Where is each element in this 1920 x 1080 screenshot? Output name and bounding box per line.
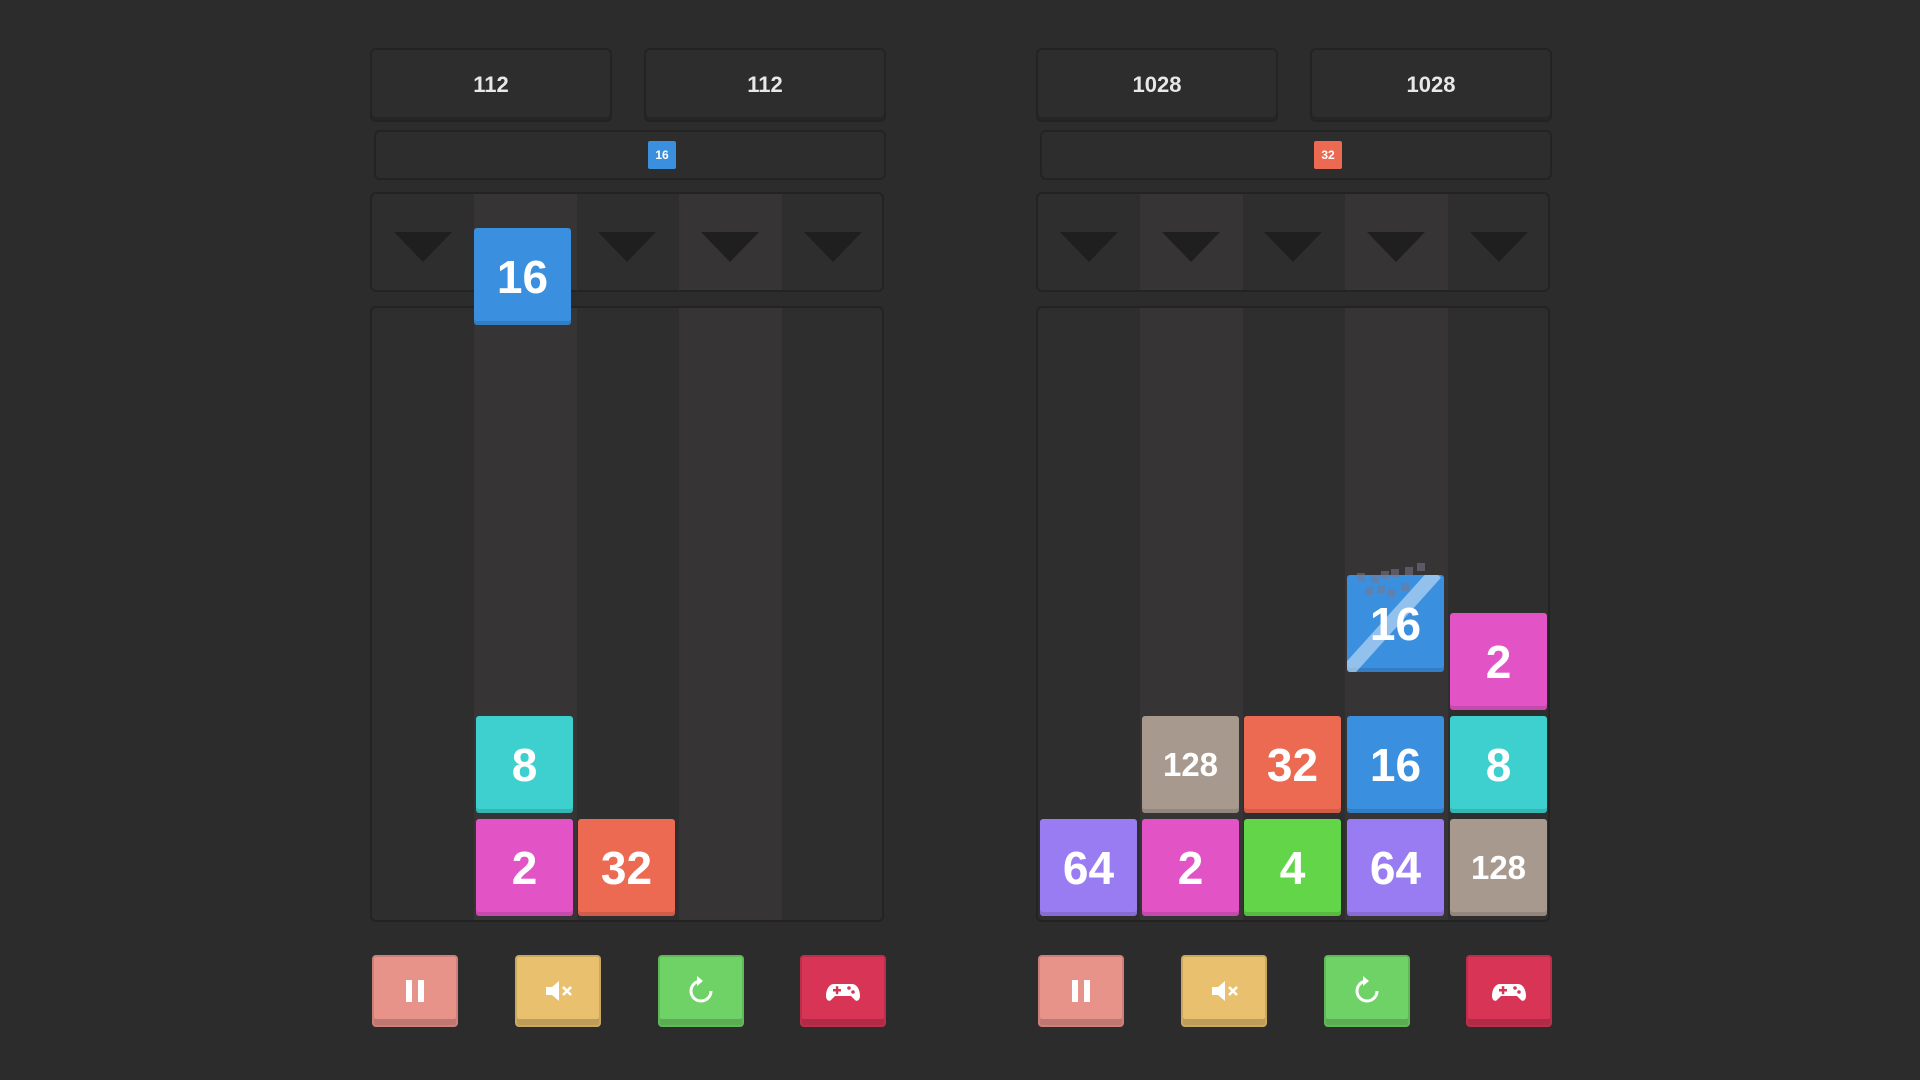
tile-value: 16	[496, 250, 549, 303]
tile-value: 64	[1369, 841, 1422, 894]
tile-value: 8	[511, 738, 538, 791]
game-board-1: 112 112 16 2 32 8 16	[370, 0, 886, 1080]
particle	[1381, 571, 1389, 579]
tile: 4	[1244, 819, 1341, 916]
drop-arrow-icon[interactable]	[1264, 232, 1322, 262]
next-tile-bar: 16	[374, 130, 886, 180]
particle	[1391, 569, 1399, 577]
mute-icon	[546, 981, 572, 1001]
particle	[1405, 567, 1413, 575]
tile: 64	[1040, 819, 1137, 916]
game-board-2: 1028 1028 32 64 2 4 64 128 128 32 16 8 2 16	[1036, 0, 1552, 1080]
restart-button[interactable]	[1324, 955, 1410, 1027]
drop-arrow-icon[interactable]	[1470, 232, 1528, 262]
tile: 2	[1142, 819, 1239, 916]
tile-value: 2	[1485, 635, 1512, 688]
next-tile-preview: 32	[1314, 141, 1342, 169]
drop-arrow-icon[interactable]	[1060, 232, 1118, 262]
restart-icon	[1355, 976, 1379, 1003]
tile: 32	[578, 819, 675, 916]
sound-toggle-button[interactable]	[1181, 955, 1267, 1027]
particle	[1401, 583, 1409, 591]
tile: 16	[1347, 716, 1444, 813]
tile: 2	[1450, 613, 1547, 710]
particle	[1387, 589, 1395, 597]
particle	[1417, 563, 1425, 571]
tile: 8	[476, 716, 573, 813]
particle	[1365, 587, 1373, 595]
score-display: 112	[370, 48, 612, 122]
more-games-button[interactable]	[1466, 955, 1552, 1027]
tile-value: 128	[1162, 745, 1219, 783]
drop-arrow-icon[interactable]	[701, 232, 759, 262]
tile-grid[interactable]: 64 2 4 64 128 128 32 16 8 2 16	[1036, 306, 1550, 922]
tile-value: 2	[1177, 841, 1204, 894]
tile: 64	[1347, 819, 1444, 916]
tile: 32	[1244, 716, 1341, 813]
tile-value: 16	[1369, 738, 1422, 791]
restart-icon	[689, 976, 713, 1003]
drop-arrow-icon[interactable]	[1367, 232, 1425, 262]
gamepad-icon	[826, 984, 860, 1001]
restart-button[interactable]	[658, 955, 744, 1027]
merge-sheen	[1347, 575, 1444, 672]
tile-value: 8	[1485, 738, 1512, 791]
pause-button[interactable]	[372, 955, 458, 1027]
best-score-display: 112	[644, 48, 886, 122]
next-tile-preview: 16	[648, 141, 676, 169]
sound-toggle-button[interactable]	[515, 955, 601, 1027]
tile-value: 4	[1279, 841, 1306, 894]
next-tile-bar: 32	[1040, 130, 1552, 180]
tile-value: 2	[511, 841, 538, 894]
pause-icon	[1072, 980, 1090, 1002]
tile: 128	[1450, 819, 1547, 916]
best-score-display: 1028	[1310, 48, 1552, 122]
particle	[1371, 575, 1379, 583]
merging-tile: 16	[1347, 575, 1444, 672]
tile-grid[interactable]: 2 32 8	[370, 306, 884, 922]
particle	[1377, 585, 1385, 593]
tile: 128	[1142, 716, 1239, 813]
more-games-button[interactable]	[800, 955, 886, 1027]
drop-zone	[370, 192, 884, 292]
tile-value: 32	[600, 841, 653, 894]
tile: 2	[476, 819, 573, 916]
column-highlight	[679, 308, 782, 920]
drop-zone	[1036, 192, 1550, 292]
pause-button[interactable]	[1038, 955, 1124, 1027]
falling-tile: 16	[474, 228, 571, 325]
tile: 8	[1450, 716, 1547, 813]
drop-arrow-icon[interactable]	[598, 232, 656, 262]
particle	[1357, 573, 1365, 581]
mute-icon	[1212, 981, 1238, 1001]
score-display: 1028	[1036, 48, 1278, 122]
drop-arrow-icon[interactable]	[804, 232, 862, 262]
pause-icon	[406, 980, 424, 1002]
gamepad-icon	[1492, 984, 1526, 1001]
tile-value: 128	[1470, 848, 1527, 886]
tile-value: 64	[1062, 841, 1115, 894]
drop-arrow-icon[interactable]	[394, 232, 452, 262]
tile-value: 32	[1266, 738, 1319, 791]
drop-arrow-icon[interactable]	[1162, 232, 1220, 262]
